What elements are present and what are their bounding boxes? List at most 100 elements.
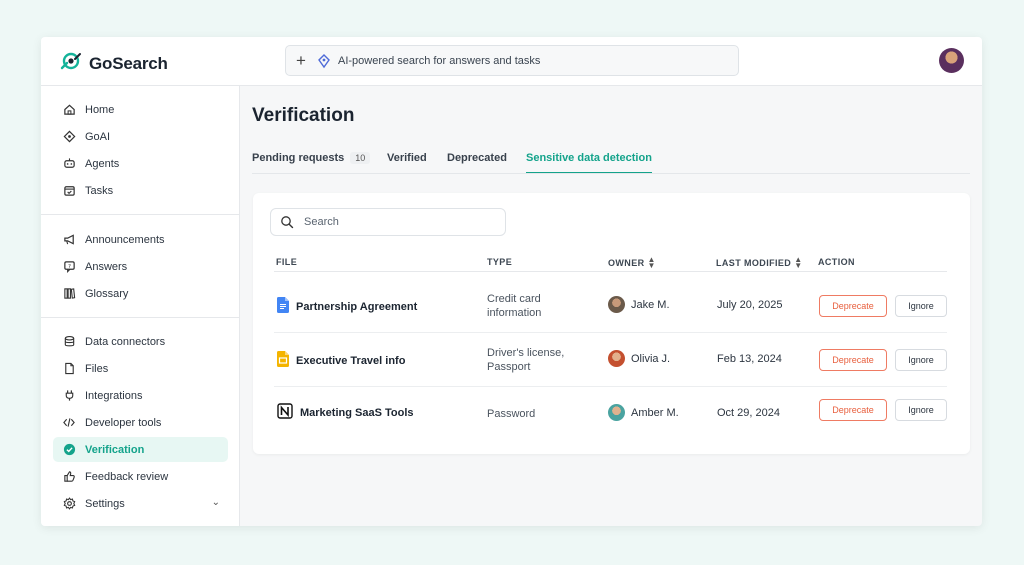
notion-icon xyxy=(277,403,293,422)
last-modified-cell: July 20, 2025 xyxy=(717,299,783,311)
owner-name: Jake M. xyxy=(631,298,670,311)
tabs-divider xyxy=(252,173,970,174)
app-name: GoSearch xyxy=(89,53,168,73)
file-name: Marketing SaaS Tools xyxy=(300,406,414,419)
column-header-action: ACTION xyxy=(818,257,855,267)
page-title: Verification xyxy=(252,105,355,126)
tab-label: Verified xyxy=(387,152,427,164)
table-row[interactable]: Executive Travel info Driver's license, … xyxy=(274,333,947,387)
question-bubble-icon: ? xyxy=(62,260,76,274)
user-avatar[interactable] xyxy=(939,48,964,73)
sidebar-item-glossary[interactable]: Glossary xyxy=(53,281,228,306)
column-header-label: LAST MODIFIED xyxy=(716,258,792,268)
sidebar-item-label: Data connectors xyxy=(85,335,166,348)
sidebar-item-tasks[interactable]: Tasks xyxy=(53,178,228,203)
column-header-owner[interactable]: OWNER ▲ ▼ xyxy=(608,256,656,270)
sidebar-item-developer-tools[interactable]: Developer tools xyxy=(53,410,228,435)
type-cell: Credit card information xyxy=(487,293,542,319)
column-header-type: TYPE xyxy=(487,257,512,267)
file-cell[interactable]: Marketing SaaS Tools xyxy=(277,403,414,422)
database-icon xyxy=(62,335,76,349)
type-cell: Driver's license, Passport xyxy=(487,347,565,373)
column-header-last-modified[interactable]: LAST MODIFIED ▲ ▼ xyxy=(716,256,803,270)
calendar-check-icon xyxy=(62,184,76,198)
search-icon xyxy=(280,215,294,229)
type-cell: Password xyxy=(487,408,536,420)
owner-cell: Jake M. xyxy=(608,296,670,313)
sidebar-divider xyxy=(41,214,239,215)
column-header-file: FILE xyxy=(276,257,297,267)
file-name: Partnership Agreement xyxy=(296,300,418,313)
deprecate-button[interactable]: Deprecate xyxy=(819,349,887,371)
tab-count-badge: 10 xyxy=(350,152,371,164)
sidebar-item-label: Glossary xyxy=(85,287,129,300)
column-header-label: TYPE xyxy=(487,257,513,267)
avatar xyxy=(608,296,625,313)
sidebar-item-label: Files xyxy=(85,362,109,375)
last-modified-cell: Oct 29, 2024 xyxy=(717,407,780,419)
table-search-box[interactable] xyxy=(270,208,506,236)
table-search-input[interactable] xyxy=(302,215,496,229)
sidebar: Home GoAI Agents Tasks Announcements ? A… xyxy=(41,86,240,526)
sidebar-item-label: Home xyxy=(85,103,115,116)
table-row[interactable]: Partnership Agreement Credit card inform… xyxy=(274,279,947,333)
sidebar-divider xyxy=(41,317,239,318)
sidebar-item-feedback-review[interactable]: Feedback review xyxy=(53,464,228,489)
last-modified-cell: Feb 13, 2024 xyxy=(717,353,782,365)
avatar xyxy=(608,404,625,421)
sidebar-item-verification[interactable]: Verification xyxy=(53,437,228,462)
ai-sparkle-icon xyxy=(316,53,332,69)
results-card: FILE TYPE OWNER▲▼ LAST MODIFIED▲▼ ACTION… xyxy=(253,193,970,454)
global-search-bar[interactable]: + AI-powered search for answers and task… xyxy=(285,45,739,76)
sort-icon[interactable]: ▲ ▼ xyxy=(794,256,802,270)
plus-icon[interactable]: + xyxy=(286,51,316,71)
file-cell[interactable]: Executive Travel info xyxy=(277,351,405,370)
tab-pending-requests[interactable]: Pending requests 10 xyxy=(252,152,371,172)
sidebar-item-integrations[interactable]: Integrations xyxy=(53,383,228,408)
gosearch-logo-icon xyxy=(59,49,83,78)
sort-icon[interactable]: ▲ ▼ xyxy=(648,256,656,270)
sidebar-item-settings[interactable]: Settings ⌄ xyxy=(53,491,228,516)
sidebar-item-data-connectors[interactable]: Data connectors xyxy=(53,329,228,354)
top-bar: GoSearch + AI-powered search for answers… xyxy=(41,37,982,86)
deprecate-button[interactable]: Deprecate xyxy=(819,295,887,317)
check-badge-icon xyxy=(62,443,76,457)
deprecate-button[interactable]: Deprecate xyxy=(819,399,887,421)
owner-cell: Amber M. xyxy=(608,404,679,421)
ignore-button[interactable]: Ignore xyxy=(895,349,947,371)
sidebar-item-files[interactable]: Files xyxy=(53,356,228,381)
app-window: GoSearch + AI-powered search for answers… xyxy=(41,37,982,526)
google-docs-icon xyxy=(277,297,289,316)
chevron-down-icon[interactable]: ⌄ xyxy=(212,497,220,508)
sidebar-item-answers[interactable]: ? Answers xyxy=(53,254,228,279)
sidebar-item-home[interactable]: Home xyxy=(53,97,228,122)
file-cell[interactable]: Partnership Agreement xyxy=(277,297,417,316)
owner-name: Amber M. xyxy=(631,406,679,419)
robot-icon xyxy=(62,157,76,171)
tab-sensitive-data-detection[interactable]: Sensitive data detection xyxy=(526,152,652,174)
books-icon xyxy=(62,287,76,301)
sidebar-item-label: Agents xyxy=(85,157,120,170)
column-header-label: ACTION xyxy=(818,257,855,267)
tab-deprecated[interactable]: Deprecated xyxy=(447,152,507,172)
sidebar-item-agents[interactable]: Agents xyxy=(53,151,228,176)
avatar xyxy=(608,350,625,367)
code-icon xyxy=(62,416,76,430)
sidebar-item-announcements[interactable]: Announcements xyxy=(53,227,228,252)
tab-label: Pending requests xyxy=(252,152,345,164)
sidebar-item-label: Feedback review xyxy=(85,470,169,483)
tab-label: Deprecated xyxy=(447,152,507,164)
svg-text:?: ? xyxy=(68,264,71,270)
table-header-divider xyxy=(274,271,947,272)
sidebar-item-goai[interactable]: GoAI xyxy=(53,124,228,149)
logo[interactable]: GoSearch xyxy=(59,49,168,78)
tab-verified[interactable]: Verified xyxy=(387,152,427,172)
sidebar-item-label: Verification xyxy=(85,443,145,456)
table-row[interactable]: Marketing SaaS Tools Password Amber M. O… xyxy=(274,387,947,441)
ignore-button[interactable]: Ignore xyxy=(895,295,947,317)
tab-label: Sensitive data detection xyxy=(526,152,652,164)
ignore-button[interactable]: Ignore xyxy=(895,399,947,421)
home-icon xyxy=(62,103,76,117)
column-header-label: OWNER xyxy=(608,258,645,268)
sidebar-item-label: Answers xyxy=(85,260,128,273)
